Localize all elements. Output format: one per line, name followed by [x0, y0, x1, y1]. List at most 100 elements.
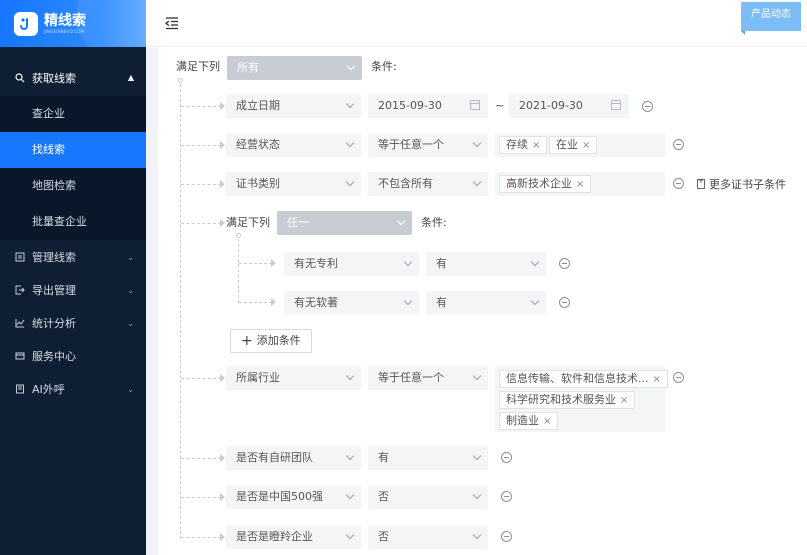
chevron-up-icon: ▲ — [127, 73, 134, 82]
operator-select[interactable]: 等于任意一个 — [368, 366, 488, 390]
field-select-cert-type[interactable]: 证书类别 — [226, 172, 361, 196]
field-select-gazelle[interactable]: 是否是瞪羚企业 — [226, 525, 361, 549]
logo[interactable]: 精线索 JINGXIANSUO.COM — [0, 0, 146, 47]
chevron-down-icon: ⌄ — [127, 286, 134, 295]
sidebar-item-query-company[interactable]: 查企业 — [0, 96, 146, 132]
root-prefix-label: 满足下列 — [176, 60, 220, 73]
nested-connector-line — [238, 239, 239, 303]
product-news-button[interactable]: 产品动态 — [741, 2, 801, 35]
close-icon[interactable]: × — [582, 140, 590, 151]
close-icon[interactable]: × — [576, 179, 584, 190]
remove-condition-icon[interactable] — [673, 372, 684, 383]
tag: 在业 × — [549, 136, 598, 154]
connector-line — [181, 378, 221, 379]
more-cert-conditions-link[interactable]: 更多证书子条件 — [697, 176, 786, 192]
nested-suffix-label: 条件: — [421, 216, 447, 229]
connector-line — [181, 145, 221, 146]
date-to-input[interactable]: 2021-09-30 — [509, 94, 629, 118]
search-icon — [14, 72, 26, 84]
filter-panel: 满足下列 所有 条件: 成立日期 2015-09-30 ~ 2021-09-30… — [158, 48, 807, 555]
sidebar-item-map-search[interactable]: 地图检索 — [0, 168, 146, 204]
sidebar-item-get-leads[interactable]: 获取线索 ▲ — [0, 60, 146, 96]
sidebar-item-find-leads[interactable]: 找线索 — [0, 132, 146, 168]
field-select-found-date[interactable]: 成立日期 — [226, 94, 361, 118]
nested-mode-select[interactable]: 任一 — [277, 211, 412, 235]
sidebar-item-ai-call[interactable]: AI外呼 ⌄ — [0, 372, 146, 405]
operator-select[interactable]: 否 — [368, 485, 488, 509]
sidebar-item-export[interactable]: 导出管理 ⌄ — [0, 273, 146, 306]
operator-select[interactable]: 等于任意一个 — [368, 133, 488, 157]
sidebar-item-service[interactable]: 服务中心 — [0, 339, 146, 372]
connector-line — [181, 184, 221, 185]
root-suffix-label: 条件: — [371, 60, 397, 73]
sidebar-item-stats[interactable]: 统计分析 ⌄ — [0, 306, 146, 339]
operator-select[interactable]: 不包含所有 — [368, 172, 488, 196]
top-header: 产品动态 — [146, 0, 807, 47]
field-value: 经营状态 — [236, 138, 280, 151]
field-select-rnd-team[interactable]: 是否有自研团队 — [226, 446, 361, 470]
field-value: 是否有自研团队 — [236, 451, 313, 464]
connector-line — [239, 263, 272, 264]
tag-select-industry[interactable]: 信息传输、软件和信息技术... × 科学研究和技术服务业 × 制造业 × — [495, 366, 668, 432]
close-icon[interactable]: × — [532, 140, 540, 151]
connector-arrow — [220, 533, 225, 541]
connector-arrow — [271, 298, 276, 306]
menu-fold-icon[interactable] — [164, 15, 180, 31]
remove-condition-icon[interactable] — [501, 491, 512, 502]
document-add-icon — [697, 177, 705, 189]
export-icon — [14, 284, 26, 296]
nested-prefix-label: 满足下列 — [226, 216, 270, 229]
add-condition-button[interactable]: + 添加条件 — [230, 329, 312, 353]
connector-line — [181, 537, 221, 538]
operator-value: 有 — [378, 451, 389, 464]
operator-select[interactable]: 有 — [426, 291, 546, 315]
remove-condition-icon[interactable] — [673, 178, 684, 189]
date-range-separator: ~ — [495, 99, 505, 112]
field-select-has-software-copyright[interactable]: 有无软著 — [284, 291, 419, 315]
close-icon[interactable]: × — [653, 374, 661, 385]
remove-condition-icon[interactable] — [559, 297, 570, 308]
list-icon — [14, 251, 26, 263]
close-icon[interactable]: × — [543, 416, 551, 427]
sidebar-menu: 获取线索 ▲ 查企业 找线索 地图检索 批量查企业 管理线索 ⌄ 导出管理 ⌄ — [0, 60, 146, 405]
operator-value: 有 — [436, 296, 447, 309]
field-value: 是否是中国500强 — [236, 490, 323, 503]
chevron-down-icon: ⌄ — [127, 385, 134, 394]
field-select-has-patent[interactable]: 有无专利 — [284, 252, 419, 276]
field-select-china-500[interactable]: 是否是中国500强 — [226, 485, 361, 509]
sidebar-item-label: 服务中心 — [32, 349, 76, 363]
operator-select[interactable]: 否 — [368, 525, 488, 549]
calendar-icon — [611, 100, 621, 110]
operator-select[interactable]: 有 — [426, 252, 546, 276]
connector-arrow — [220, 180, 225, 188]
plus-icon: + — [241, 333, 253, 349]
remove-condition-icon[interactable] — [501, 452, 512, 463]
close-icon[interactable]: × — [620, 395, 628, 406]
tag-select-business-status[interactable]: 存续 × 在业 × — [495, 133, 665, 157]
sidebar-item-label: 导出管理 — [32, 283, 76, 297]
field-select-industry[interactable]: 所属行业 — [226, 366, 361, 390]
date-to-value: 2021-09-30 — [519, 99, 583, 112]
connector-line — [239, 302, 272, 303]
sidebar-item-manage-leads[interactable]: 管理线索 ⌄ — [0, 240, 146, 273]
more-cert-label: 更多证书子条件 — [709, 178, 786, 191]
date-from-input[interactable]: 2015-09-30 — [368, 94, 488, 118]
remove-condition-icon[interactable] — [673, 139, 684, 150]
root-connector-line — [180, 84, 181, 539]
root-mode-select[interactable]: 所有 — [227, 56, 362, 80]
tag: 制造业 × — [499, 412, 559, 430]
field-select-business-status[interactable]: 经营状态 — [226, 133, 361, 157]
remove-condition-icon[interactable] — [642, 101, 653, 112]
connector-arrow — [220, 493, 225, 501]
field-value: 有无软著 — [294, 296, 338, 309]
tag-select-cert-type[interactable]: 高新技术企业 × — [495, 172, 665, 196]
operator-select[interactable]: 有 — [368, 446, 488, 470]
tag: 信息传输、软件和信息技术... × — [499, 370, 668, 388]
sidebar-item-batch-query[interactable]: 批量查企业 — [0, 204, 146, 240]
submenu-get-leads: 查企业 找线索 地图检索 批量查企业 — [0, 96, 146, 240]
connector-arrow — [220, 219, 225, 227]
remove-condition-icon[interactable] — [501, 531, 512, 542]
field-value: 是否是瞪羚企业 — [236, 530, 313, 543]
connector-arrow — [220, 454, 225, 462]
remove-condition-icon[interactable] — [559, 258, 570, 269]
